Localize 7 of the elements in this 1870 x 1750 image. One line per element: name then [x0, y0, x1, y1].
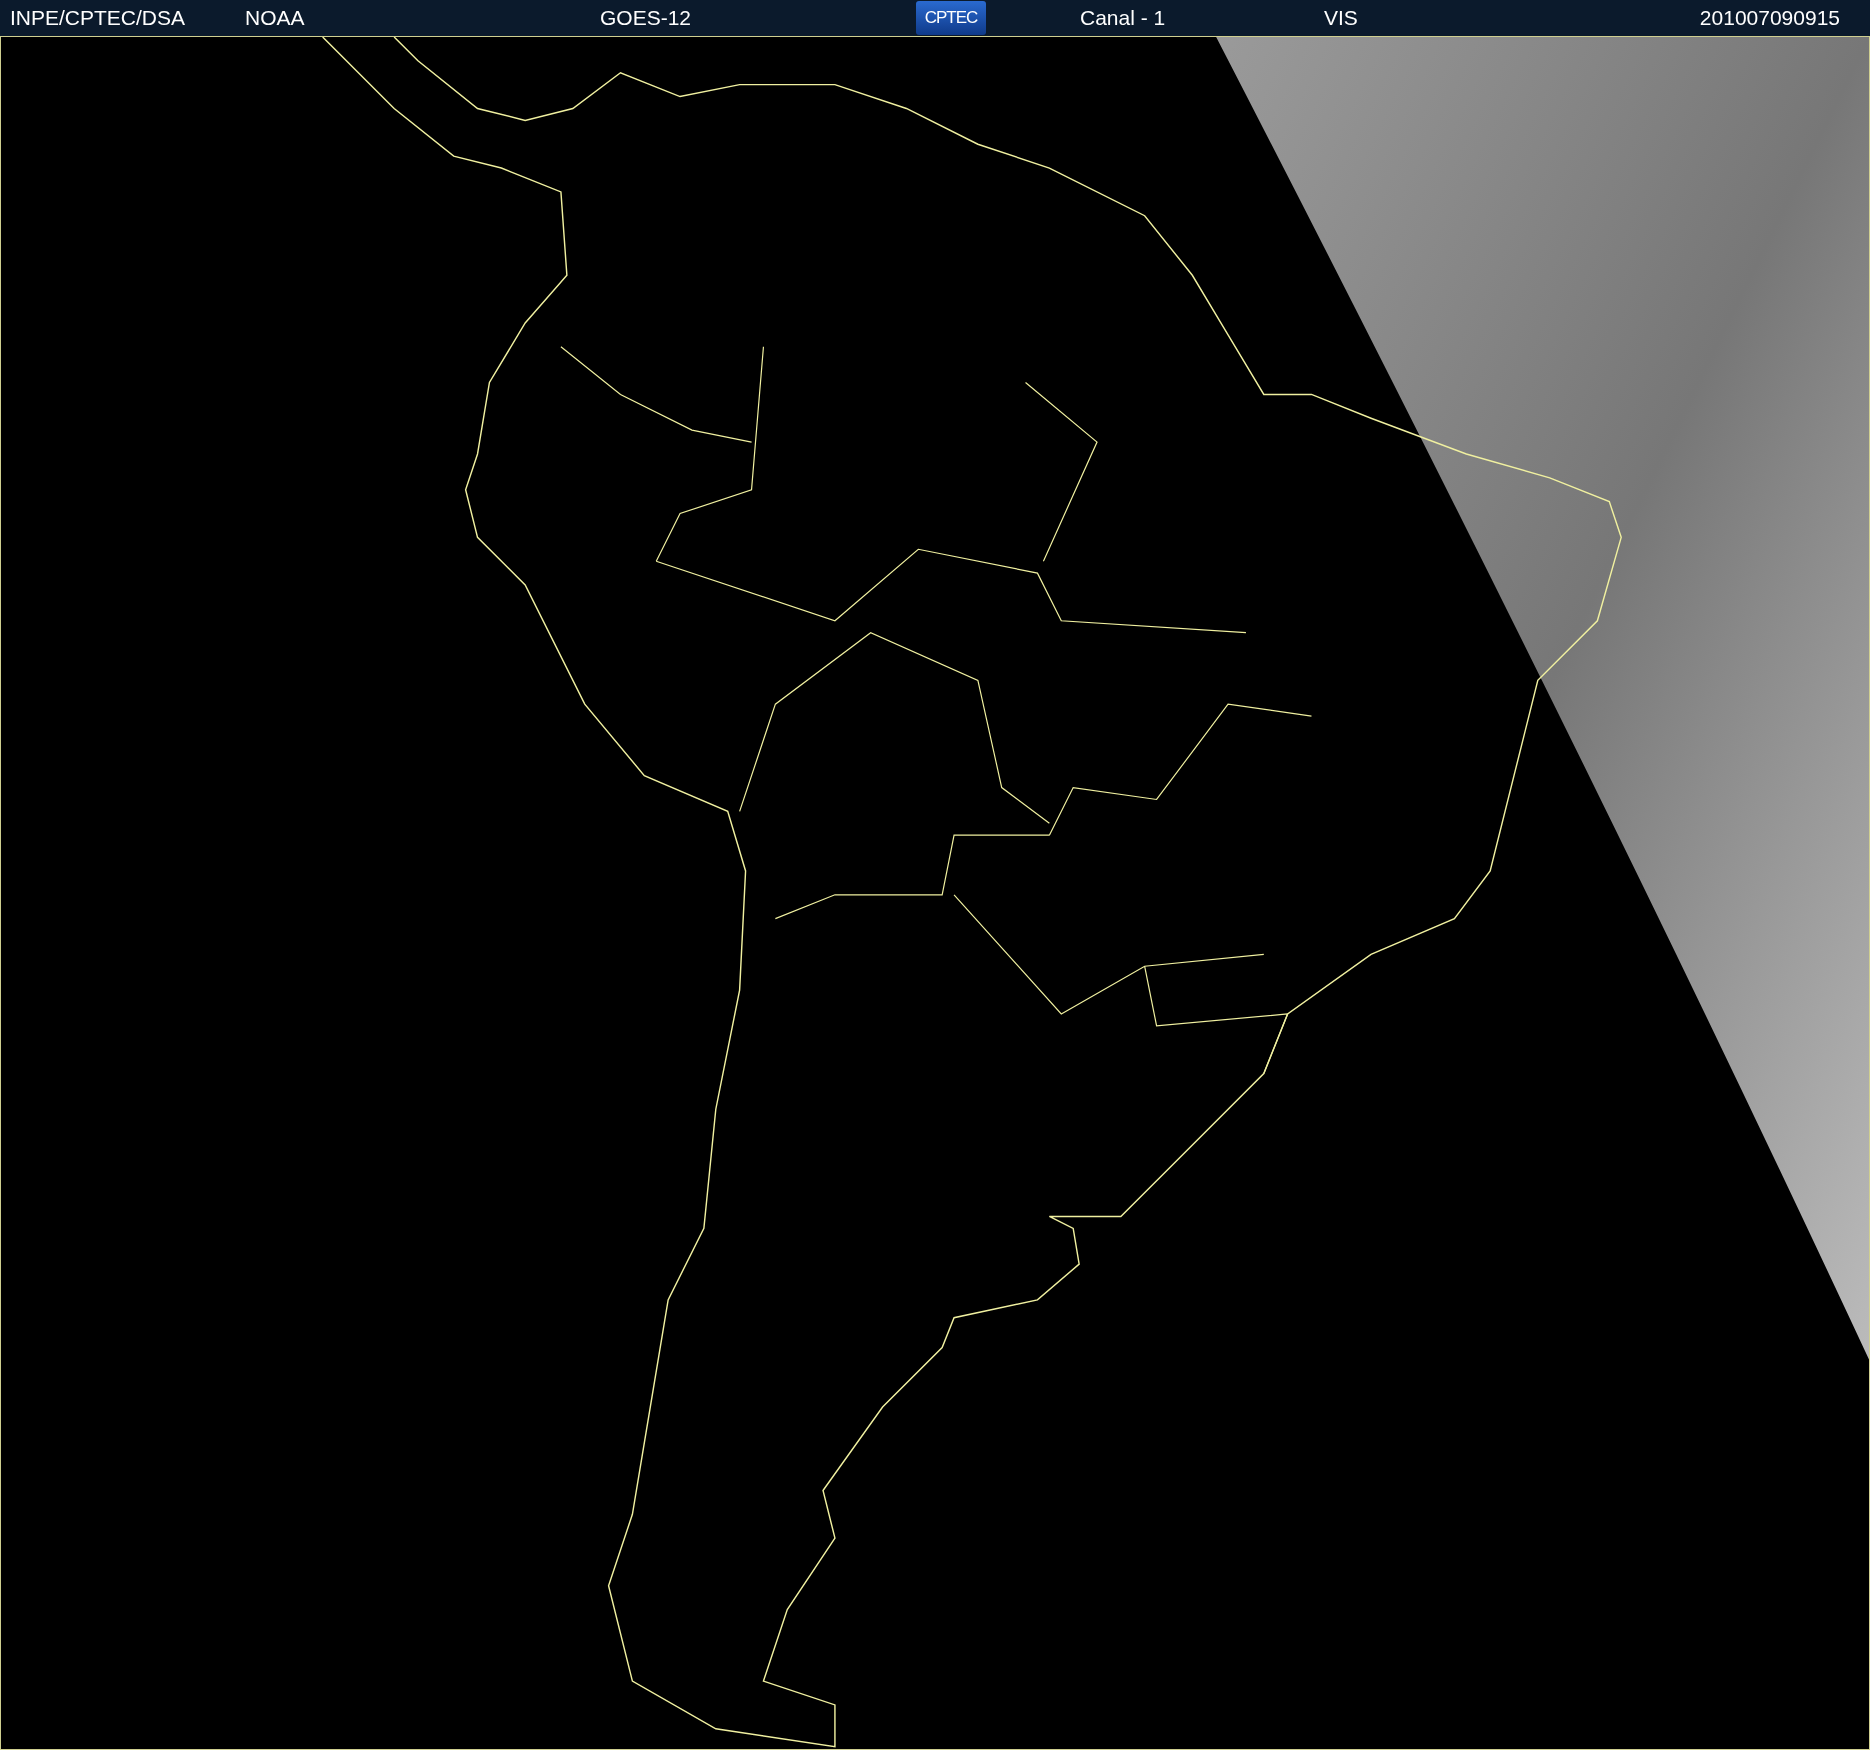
- header-label: Canal - 1: [1080, 5, 1167, 32]
- cptec-logo: CPTEC: [916, 1, 986, 35]
- header-label: 201007090915: [1699, 5, 1840, 32]
- header-label: GOES-12: [600, 5, 693, 32]
- header-label: INPE/CPTEC/DSA: [10, 5, 187, 32]
- header-label: NOAA: [245, 5, 306, 32]
- header-label: VIS: [1324, 5, 1359, 32]
